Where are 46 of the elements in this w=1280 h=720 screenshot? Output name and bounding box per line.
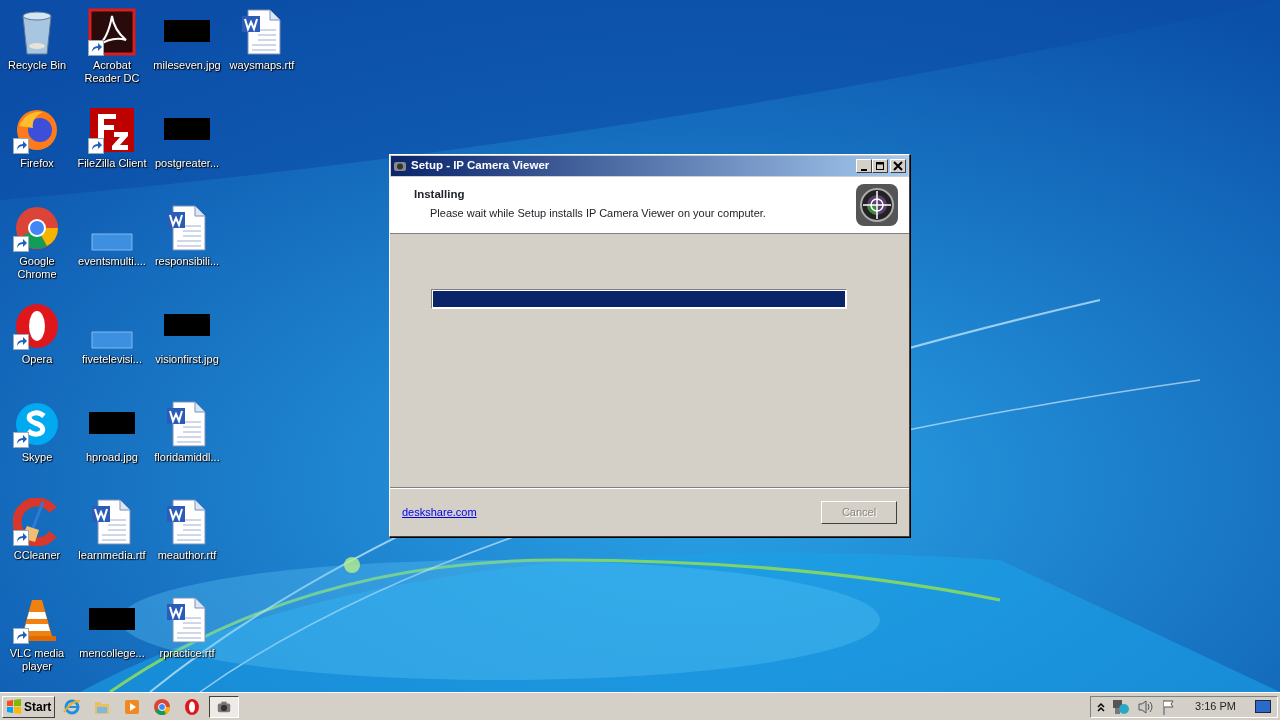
desktop-icon-label[interactable]: fivetelevisi... <box>82 353 142 366</box>
desktop-icon-label[interactable]: Acrobat Reader DC <box>75 59 149 85</box>
close-icon <box>892 160 904 172</box>
show-desktop-icon[interactable] <box>1255 699 1271 714</box>
page-heading: Installing <box>414 187 466 202</box>
windows-logo-icon <box>6 698 22 715</box>
camera-lens-icon <box>855 183 899 227</box>
network-icon[interactable] <box>1112 698 1131 715</box>
start-button[interactable]: Start <box>2 695 56 718</box>
desktop-icon-label[interactable]: Google Chrome <box>0 255 74 281</box>
desktop-icon-label[interactable]: visionfirst.jpg <box>155 353 219 366</box>
maximize-button[interactable] <box>872 159 888 173</box>
filezilla-icon[interactable] <box>88 106 136 154</box>
desktop-icon-label[interactable]: VLC media player <box>0 647 74 673</box>
desktop-icon-label[interactable]: Firefox <box>20 157 54 170</box>
desktop-icon-label[interactable]: Recycle Bin <box>7 59 67 72</box>
desktop-icon-label[interactable]: CCleaner <box>13 549 61 562</box>
desktop-icon-label[interactable]: rpractice.rtf <box>159 647 215 660</box>
close-button[interactable] <box>890 159 906 173</box>
desktop-icon-label[interactable]: FileZilla Client <box>77 157 147 170</box>
desktop-icon-label[interactable]: mencollege... <box>79 647 145 660</box>
website-link[interactable]: deskshare.com <box>402 503 477 521</box>
desktop-icon-label[interactable]: meauthor.rtf <box>157 549 217 562</box>
opera-icon[interactable] <box>183 697 202 716</box>
desktop-icon-label[interactable]: responsibili... <box>154 255 220 268</box>
speaker-icon[interactable] <box>1137 698 1156 715</box>
chevron-up-icon[interactable] <box>1097 701 1106 712</box>
desktop-icon-label[interactable]: mileseven.jpg <box>153 59 221 72</box>
desktop-icon-label[interactable]: eventsmulti.... <box>78 255 146 268</box>
maximize-icon <box>874 160 886 172</box>
chrome-icon[interactable] <box>153 697 172 716</box>
desktop-icon-label[interactable]: learnmedia.rtf <box>78 549 146 562</box>
desktop-icon-label[interactable]: floridamiddl... <box>154 451 220 464</box>
clock: 3:16 PM <box>1195 699 1236 715</box>
taskbar-button[interactable] <box>209 695 240 718</box>
window-title: Setup - IP Camera Viewer <box>411 158 551 174</box>
desktop-icon-label[interactable]: Opera <box>21 353 53 366</box>
page-description: Please wait while Setup installs IP Camera Viewer on your computer. <box>430 206 767 222</box>
camera-icon <box>393 159 407 173</box>
desktop-icon-label[interactable]: Skype <box>21 451 53 464</box>
desktop-icon-label[interactable]: waysmaps.rtf <box>229 59 295 72</box>
desktop-icon-label[interactable]: hproad.jpg <box>86 451 138 464</box>
minimize-icon <box>861 168 867 171</box>
acrobat-icon[interactable] <box>88 8 136 56</box>
minimize-button[interactable] <box>856 159 872 173</box>
desktop-icon-label[interactable]: postgreater... <box>154 157 220 170</box>
